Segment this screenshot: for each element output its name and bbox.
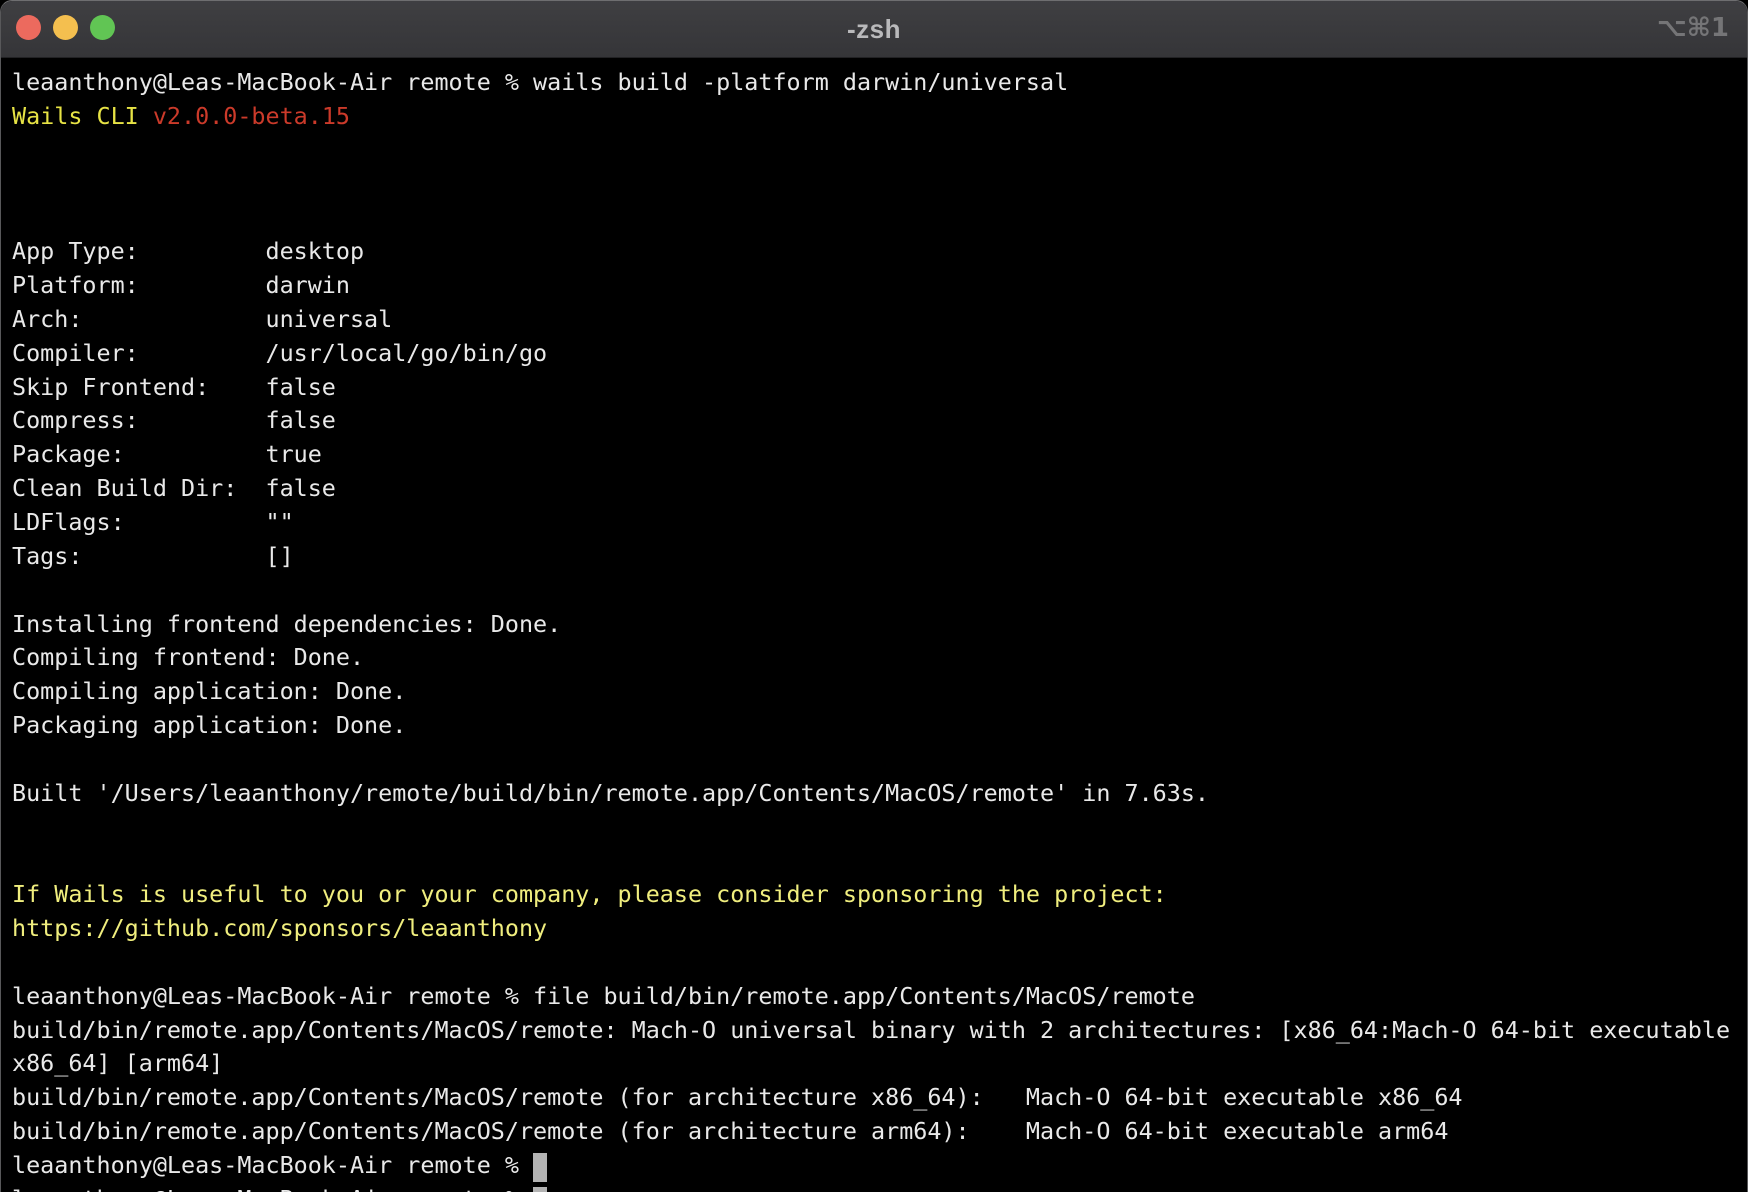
terminal-line: Built '/Users/leaanthony/remote/build/bi… — [12, 777, 1747, 811]
terminal-text: Wails CLI — [12, 102, 153, 130]
terminal-text: leaanthony@Leas-MacBook-Air remote % wai… — [12, 68, 1068, 96]
terminal-line: leaanthony@Leas-MacBook-Air remote % — [12, 1149, 1747, 1183]
minimize-button[interactable] — [53, 15, 78, 40]
title-bar[interactable]: -zsh ⌥⌘1 — [1, 1, 1747, 58]
terminal-line: Compiling frontend: Done. — [12, 641, 1747, 675]
terminal-line: If Wails is useful to you or your compan… — [12, 878, 1747, 912]
terminal-line: build/bin/remote.app/Contents/MacOS/remo… — [12, 1081, 1747, 1115]
terminal-text: v2.0.0-beta.15 — [153, 102, 350, 130]
terminal-line: x86_64] [arm64] — [12, 1047, 1747, 1081]
terminal-line — [12, 574, 1747, 608]
terminal-text: build/bin/remote.app/Contents/MacOS/remo… — [12, 1016, 1730, 1044]
terminal-cursor[interactable] — [533, 1187, 547, 1192]
terminal-text: App Type: desktop — [12, 237, 364, 265]
terminal-text: Compiling application: Done. — [12, 677, 406, 705]
terminal-text: Tags: [] — [12, 542, 294, 570]
terminal-text: Skip Frontend: false — [12, 373, 336, 401]
terminal-line: leaanthony@Leas-MacBook-Air remote % fil… — [12, 980, 1747, 1014]
terminal-line: Clean Build Dir: false — [12, 472, 1747, 506]
terminal-text: leaanthony@Leas-MacBook-Air remote % — [12, 1151, 533, 1179]
terminal-line: Package: true — [12, 438, 1747, 472]
terminal-line: leaanthony@Leas-MacBook-Air remote % wai… — [12, 66, 1747, 100]
terminal-line: Tags: [] — [12, 540, 1747, 574]
terminal-line — [12, 201, 1747, 235]
terminal-text: Package: true — [12, 440, 322, 468]
terminal-line: Installing frontend dependencies: Done. — [12, 608, 1747, 642]
terminal-text: If Wails is useful to you or your compan… — [12, 880, 1167, 908]
terminal-line — [12, 134, 1747, 168]
terminal-line — [12, 811, 1747, 845]
window-title: -zsh — [847, 14, 901, 45]
terminal-text: LDFlags: "" — [12, 508, 294, 536]
terminal-text: Clean Build Dir: false — [12, 474, 336, 502]
traffic-lights — [16, 15, 115, 40]
terminal-text: Platform: darwin — [12, 271, 350, 299]
terminal-line: App Type: desktop — [12, 235, 1747, 269]
terminal-text: Packaging application: Done. — [12, 711, 406, 739]
terminal-text: x86_64] [arm64] — [12, 1049, 223, 1077]
terminal-line: Compiling application: Done. — [12, 675, 1747, 709]
terminal-line: Platform: darwin — [12, 269, 1747, 303]
terminal-text: leaanthony@Leas-MacBook-Air remote % — [12, 1185, 533, 1192]
keyboard-shortcut-badge: ⌥⌘1 — [1657, 13, 1729, 43]
terminal-line-partial: leaanthony@Leas-MacBook-Air remote % — [12, 1183, 1747, 1192]
terminal-line — [12, 946, 1747, 980]
terminal-line: Compiler: /usr/local/go/bin/go — [12, 337, 1747, 371]
terminal-line — [12, 844, 1747, 878]
terminal-line: Wails CLI v2.0.0-beta.15 — [12, 100, 1747, 134]
terminal-text: https://github.com/sponsors/leaanthony — [12, 914, 547, 942]
terminal-line: Skip Frontend: false — [12, 371, 1747, 405]
terminal-text: Compiling frontend: Done. — [12, 643, 364, 671]
terminal-line: build/bin/remote.app/Contents/MacOS/remo… — [12, 1115, 1747, 1149]
terminal-line: build/bin/remote.app/Contents/MacOS/remo… — [12, 1014, 1747, 1048]
terminal-text: Compiler: /usr/local/go/bin/go — [12, 339, 547, 367]
terminal-text: build/bin/remote.app/Contents/MacOS/remo… — [12, 1117, 1448, 1145]
terminal-cursor[interactable] — [533, 1153, 547, 1182]
terminal-text: Built '/Users/leaanthony/remote/build/bi… — [12, 779, 1209, 807]
terminal-text: Arch: universal — [12, 305, 392, 333]
terminal-line: Packaging application: Done. — [12, 709, 1747, 743]
terminal-line: https://github.com/sponsors/leaanthony — [12, 912, 1747, 946]
terminal-text: leaanthony@Leas-MacBook-Air remote % fil… — [12, 982, 1195, 1010]
terminal-line — [12, 743, 1747, 777]
terminal-text: build/bin/remote.app/Contents/MacOS/remo… — [12, 1083, 1462, 1111]
terminal-line: LDFlags: "" — [12, 506, 1747, 540]
terminal-line: Compress: false — [12, 404, 1747, 438]
terminal-line: Arch: universal — [12, 303, 1747, 337]
terminal-output[interactable]: leaanthony@Leas-MacBook-Air remote % wai… — [1, 58, 1747, 1192]
terminal-text: Compress: false — [12, 406, 336, 434]
terminal-window: -zsh ⌥⌘1 leaanthony@Leas-MacBook-Air rem… — [0, 0, 1748, 1192]
terminal-line — [12, 168, 1747, 202]
close-button[interactable] — [16, 15, 41, 40]
zoom-button[interactable] — [90, 15, 115, 40]
terminal-text: Installing frontend dependencies: Done. — [12, 610, 561, 638]
